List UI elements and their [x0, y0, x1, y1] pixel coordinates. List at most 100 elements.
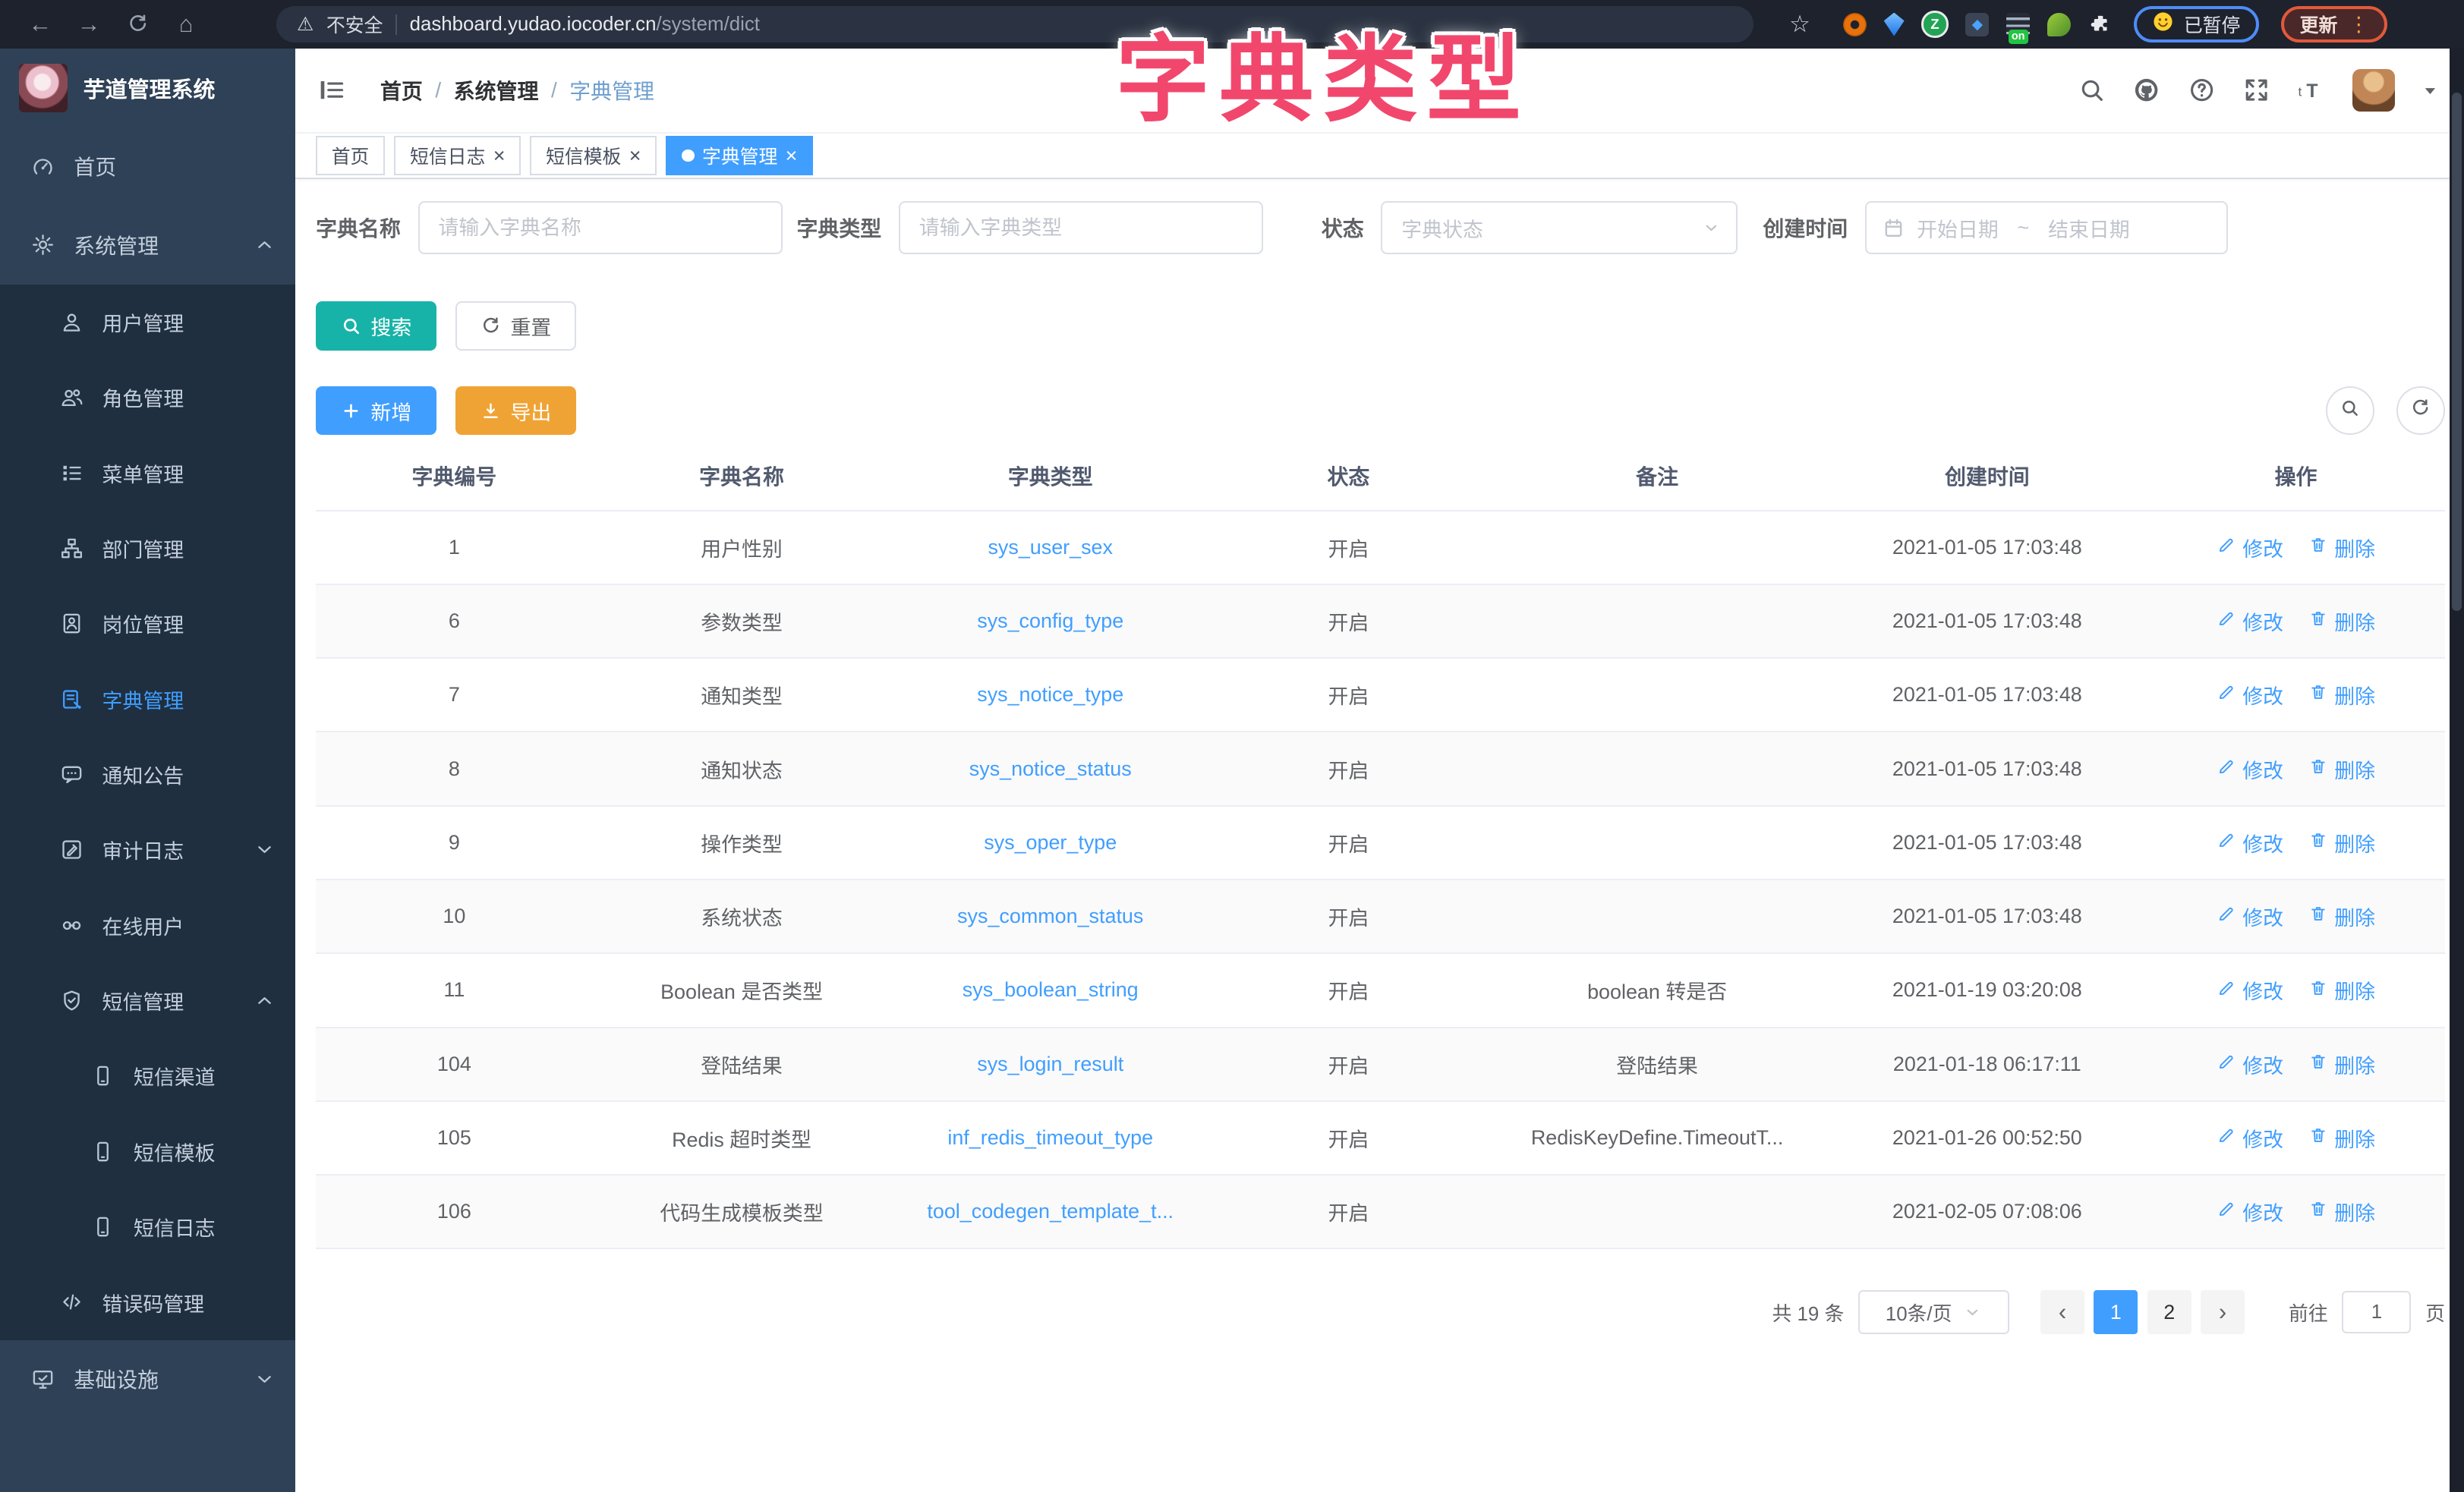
sidebar-item[interactable]: 错误码管理	[0, 1264, 295, 1339]
sidebar-item[interactable]: 短信管理	[0, 963, 295, 1038]
help-icon[interactable]	[2188, 76, 2216, 104]
scrollbar-thumb[interactable]	[2452, 93, 2461, 611]
toggle-search-button[interactable]	[2326, 386, 2374, 435]
sidebar-item[interactable]: 首页	[0, 127, 295, 206]
sidebar-item[interactable]: 短信模板	[0, 1114, 295, 1189]
sidebar-item[interactable]: 角色管理	[0, 360, 295, 435]
ext-blue-gem-icon[interactable]	[1884, 13, 1905, 36]
bookmark-star-icon[interactable]: ☆	[1779, 11, 1821, 38]
sidebar-item[interactable]: 在线用户	[0, 888, 295, 963]
dict-type-link[interactable]: sys_notice_type	[977, 683, 1123, 706]
edit-link[interactable]: 修改	[2217, 1050, 2283, 1079]
delete-link[interactable]: 删除	[2308, 975, 2375, 1005]
dict-type-link[interactable]: sys_notice_status	[969, 757, 1132, 780]
breadcrumb-item-system[interactable]: 系统管理	[454, 75, 539, 105]
browser-home-icon[interactable]: ⌂	[165, 11, 207, 38]
sidebar-toggle-icon[interactable]	[317, 76, 345, 104]
next-page-button[interactable]: ›	[2201, 1290, 2245, 1334]
browser-reload-icon[interactable]	[116, 11, 159, 38]
tab-close-icon[interactable]: ×	[493, 146, 506, 165]
browser-update-button[interactable]: 更新 ⋮	[2281, 6, 2387, 42]
edit-link[interactable]: 修改	[2217, 1197, 2283, 1226]
delete-link[interactable]: 删除	[2308, 754, 2375, 784]
sidebar-item[interactable]: 岗位管理	[0, 586, 295, 661]
chevron-down-icon[interactable]	[2421, 82, 2439, 99]
search-button[interactable]: 搜索	[316, 301, 436, 350]
dict-type-link[interactable]: sys_boolean_string	[963, 978, 1139, 1001]
delete-link[interactable]: 删除	[2308, 606, 2375, 636]
goto-page-input[interactable]	[2342, 1291, 2411, 1333]
cell-status: 开启	[1210, 732, 1487, 805]
dict-name-input[interactable]	[418, 201, 783, 254]
tab-close-icon[interactable]: ×	[786, 146, 798, 165]
date-range-picker[interactable]: 开始日期 ~ 结束日期	[1865, 201, 2228, 254]
page-size-select[interactable]: 10条/页	[1858, 1290, 2009, 1334]
ext-green-leaf-icon[interactable]	[2047, 13, 2071, 36]
delete-link[interactable]: 删除	[2308, 828, 2375, 858]
ext-blue-tool-icon[interactable]: ◆	[1965, 13, 1989, 36]
edit-link[interactable]: 修改	[2217, 828, 2283, 858]
dict-type-link[interactable]: sys_common_status	[957, 905, 1143, 927]
tab-字典管理[interactable]: 字典管理×	[666, 136, 813, 175]
export-button[interactable]: 导出	[455, 386, 576, 435]
dict-type-link[interactable]: inf_redis_timeout_type	[947, 1126, 1153, 1149]
edit-link[interactable]: 修改	[2217, 1123, 2283, 1153]
browser-menu-icon[interactable]: ⋮	[2349, 13, 2369, 36]
breadcrumb-item-home[interactable]: 首页	[380, 75, 423, 105]
search-icon[interactable]	[2078, 76, 2106, 104]
sidebar-item[interactable]: 字典管理	[0, 661, 295, 736]
sidebar-item[interactable]: 短信渠道	[0, 1038, 295, 1113]
tab-短信模板[interactable]: 短信模板×	[530, 136, 657, 175]
app-logo[interactable]: 芋道管理系统	[0, 49, 295, 127]
ext-on-icon[interactable]: on	[2006, 13, 2030, 36]
sidebar-item[interactable]: 通知公告	[0, 737, 295, 812]
dict-type-link[interactable]: sys_oper_type	[984, 831, 1117, 854]
reset-button[interactable]: 重置	[455, 301, 576, 350]
sidebar-item[interactable]: 用户管理	[0, 285, 295, 360]
edit-link[interactable]: 修改	[2217, 754, 2283, 784]
browser-forward-icon[interactable]: →	[68, 11, 110, 38]
add-button[interactable]: 新增	[316, 386, 436, 435]
page-2-button[interactable]: 2	[2147, 1290, 2191, 1334]
refresh-table-button[interactable]	[2396, 386, 2445, 435]
font-size-icon[interactable]: tT	[2297, 76, 2325, 104]
sidebar-item[interactable]: 审计日志	[0, 812, 295, 887]
delete-link[interactable]: 删除	[2308, 1123, 2375, 1153]
dict-type-link[interactable]: sys_login_result	[977, 1053, 1123, 1075]
tab-close-icon[interactable]: ×	[629, 146, 641, 165]
edit-link[interactable]: 修改	[2217, 606, 2283, 636]
edit-link[interactable]: 修改	[2217, 975, 2283, 1005]
sidebar-item[interactable]: 基础设施	[0, 1340, 295, 1419]
edit-link[interactable]: 修改	[2217, 680, 2283, 710]
fullscreen-icon[interactable]	[2242, 76, 2270, 104]
prev-page-button[interactable]: ‹	[2040, 1290, 2084, 1334]
dict-type-link[interactable]: sys_user_sex	[988, 536, 1113, 559]
dict-type-input[interactable]	[899, 201, 1263, 254]
github-icon[interactable]	[2132, 76, 2160, 104]
dict-type-link[interactable]: tool_codegen_template_t...	[927, 1200, 1174, 1223]
tab-短信日志[interactable]: 短信日志×	[394, 136, 521, 175]
ext-green-z-icon[interactable]: Z	[1921, 11, 1948, 37]
delete-link[interactable]: 删除	[2308, 1197, 2375, 1226]
edit-link[interactable]: 修改	[2217, 902, 2283, 931]
delete-link[interactable]: 删除	[2308, 533, 2375, 562]
tab-首页[interactable]: 首页	[316, 136, 385, 175]
sidebar-item[interactable]: 部门管理	[0, 511, 295, 586]
ext-orange-icon[interactable]	[1843, 13, 1867, 36]
extension-paused-pill[interactable]: 已暂停	[2134, 6, 2259, 42]
status-select[interactable]: 字典状态	[1381, 201, 1738, 254]
browser-back-icon[interactable]: ←	[19, 11, 61, 38]
edit-link[interactable]: 修改	[2217, 533, 2283, 562]
user-avatar[interactable]	[2352, 69, 2395, 112]
sidebar-item[interactable]: 菜单管理	[0, 435, 295, 510]
sidebar-item[interactable]: 系统管理	[0, 206, 295, 285]
address-bar[interactable]: ⚠ 不安全 dashboard.yudao.iocoder.cn/system/…	[276, 6, 1753, 42]
delete-link[interactable]: 删除	[2308, 680, 2375, 710]
dict-type-link[interactable]: sys_config_type	[977, 609, 1123, 632]
delete-link[interactable]: 删除	[2308, 902, 2375, 931]
extensions-puzzle-icon[interactable]	[2088, 13, 2112, 36]
delete-link[interactable]: 删除	[2308, 1050, 2375, 1079]
sidebar-item[interactable]: 短信日志	[0, 1189, 295, 1264]
page-scrollbar[interactable]	[2450, 49, 2464, 1492]
page-1-button[interactable]: 1	[2094, 1290, 2138, 1334]
